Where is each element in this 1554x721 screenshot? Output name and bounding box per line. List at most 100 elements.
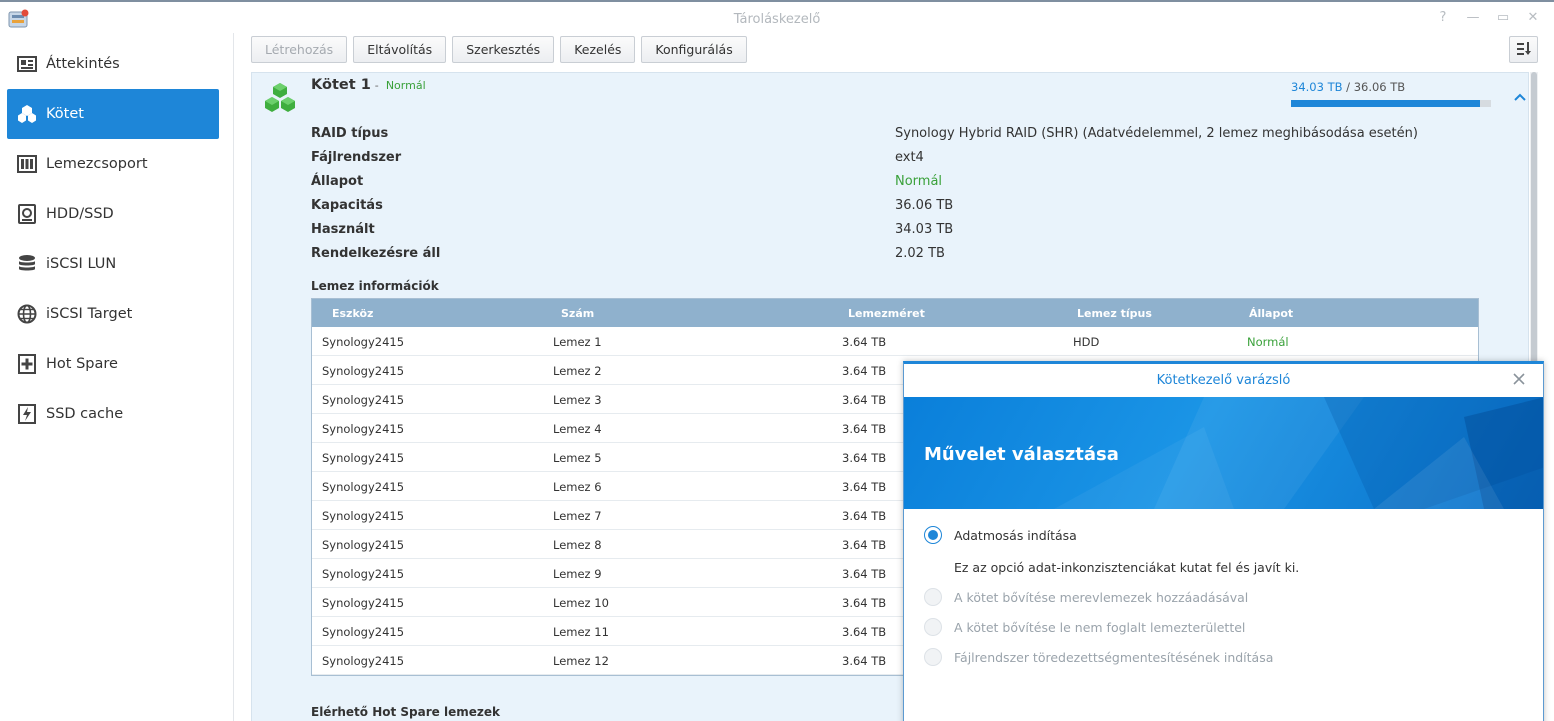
close-icon[interactable]: ✕ xyxy=(1526,11,1540,25)
property-label-used: Használt xyxy=(311,222,375,237)
volume-status: Normál xyxy=(385,79,426,92)
sidebar-item-label: HDD/SSD xyxy=(46,206,114,222)
option-data-scrubbing[interactable]: Adatmosás indítása xyxy=(924,526,1077,544)
column-header-disk-type[interactable]: Lemez típus xyxy=(1077,307,1152,320)
plus-box-icon xyxy=(17,354,37,374)
wizard-banner: Művelet választása xyxy=(904,397,1543,509)
property-label-status: Állapot xyxy=(311,174,364,189)
help-icon[interactable]: ? xyxy=(1436,11,1450,25)
sidebar-item-label: Hot Spare xyxy=(46,356,118,372)
remove-button[interactable]: Eltávolítás xyxy=(353,36,447,63)
usage-bar-fill xyxy=(1291,100,1480,107)
table-row[interactable]: Synology2415 Lemez 1 3.64 TB HDD Normál xyxy=(312,327,1478,356)
table-cell: Synology2415 xyxy=(322,393,405,407)
hot-spare-title: Elérhető Hot Spare lemezek xyxy=(311,705,500,719)
table-cell: Lemez 11 xyxy=(553,625,609,639)
option-label: Fájlrendszer töredezettségmentesítésének… xyxy=(954,649,1274,665)
table-cell: Synology2415 xyxy=(322,335,405,349)
pin-icon[interactable]: — xyxy=(1466,11,1480,25)
property-value-capacity: 36.06 TB xyxy=(895,198,954,213)
usage-separator: / xyxy=(1346,80,1351,94)
overview-icon xyxy=(17,54,37,74)
table-cell: Synology2415 xyxy=(322,480,405,494)
sidebar-item-hot-spare[interactable]: Hot Spare xyxy=(7,339,219,389)
table-cell: 3.64 TB xyxy=(842,538,887,552)
scrollbar-thumb[interactable] xyxy=(1531,72,1537,372)
table-cell: 3.64 TB xyxy=(842,364,887,378)
table-cell: Synology2415 xyxy=(322,422,405,436)
usage-bar xyxy=(1291,100,1491,107)
configure-button[interactable]: Konfigurálás xyxy=(641,36,747,63)
usage-total: 36.06 TB xyxy=(1353,80,1406,94)
table-cell: Lemez 2 xyxy=(553,364,602,378)
manage-button[interactable]: Kezelés xyxy=(560,36,636,63)
sidebar-item-overview[interactable]: Áttekintés xyxy=(7,39,219,89)
disk-info-title: Lemez információk xyxy=(311,279,439,293)
table-cell: Synology2415 xyxy=(322,451,405,465)
edit-button[interactable]: Szerkesztés xyxy=(452,36,555,63)
sidebar-item-hdd-ssd[interactable]: HDD/SSD xyxy=(7,189,219,239)
radio-button[interactable] xyxy=(924,648,942,666)
window-title: Tároláskezelő xyxy=(733,12,821,27)
property-label-filesystem: Fájlrendszer xyxy=(311,150,402,165)
property-label-raid-type: RAID típus xyxy=(311,126,389,141)
table-cell: Lemez 8 xyxy=(553,538,602,552)
volume-wizard-dialog: Kötetkezelő varázsló Művelet választása … xyxy=(903,361,1544,721)
table-cell: Lemez 1 xyxy=(553,335,602,349)
chevron-up-icon[interactable] xyxy=(1512,90,1528,106)
table-cell: 3.64 TB xyxy=(842,596,887,610)
table-cell: Lemez 7 xyxy=(553,509,602,523)
sidebar-item-volume[interactable]: Kötet xyxy=(7,89,219,139)
maximize-icon[interactable]: ▭ xyxy=(1496,11,1510,25)
column-header-status[interactable]: Állapot xyxy=(1249,307,1293,320)
table-cell: 3.64 TB xyxy=(842,509,887,523)
table-cell: Lemez 5 xyxy=(553,451,602,465)
sidebar: Áttekintés Kötet Lemezcsoport HDD/SSD iS… xyxy=(0,33,234,721)
table-cell: 3.64 TB xyxy=(842,654,887,668)
radio-button[interactable] xyxy=(924,526,942,544)
volume-status-separator: - xyxy=(374,79,379,92)
property-value-available: 2.02 TB xyxy=(895,246,945,261)
table-cell: Synology2415 xyxy=(322,654,405,668)
option-description: Ez az opció adat-inkonzisztenciákat kuta… xyxy=(954,560,1300,575)
close-icon[interactable] xyxy=(1511,371,1527,387)
option-expand-unallocated[interactable]: A kötet bővítése le nem foglalt lemezter… xyxy=(924,618,1245,636)
radio-button[interactable] xyxy=(924,588,942,606)
column-header-device[interactable]: Eszköz xyxy=(332,307,373,320)
table-cell: 3.64 TB xyxy=(842,625,887,639)
table-cell: Lemez 6 xyxy=(553,480,602,494)
table-cell: 3.64 TB xyxy=(842,393,887,407)
table-cell: Normál xyxy=(1247,335,1289,349)
sidebar-item-iscsi-target[interactable]: iSCSI Target xyxy=(7,289,219,339)
table-cell: Synology2415 xyxy=(322,625,405,639)
sidebar-item-disk-group[interactable]: Lemezcsoport xyxy=(7,139,219,189)
wizard-heading: Művelet választása xyxy=(924,444,1119,465)
table-cell: Synology2415 xyxy=(322,509,405,523)
column-header-disk-size[interactable]: Lemezméret xyxy=(848,307,925,320)
volume-title: Kötet 1- Normál xyxy=(311,77,426,93)
sidebar-item-label: SSD cache xyxy=(46,406,124,422)
sidebar-item-label: Kötet xyxy=(46,106,84,122)
sidebar-item-iscsi-lun[interactable]: iSCSI LUN xyxy=(7,239,219,289)
create-button[interactable]: Létrehozás xyxy=(251,36,348,63)
usage-text: 34.03 TB / 36.06 TB xyxy=(1291,80,1405,94)
table-cell: Synology2415 xyxy=(322,567,405,581)
property-label-available: Rendelkezésre áll xyxy=(311,246,441,261)
sidebar-item-label: iSCSI Target xyxy=(46,306,133,322)
option-expand-add-disks[interactable]: A kötet bővítése merevlemezek hozzáadásá… xyxy=(924,588,1248,606)
table-cell: Lemez 12 xyxy=(553,654,609,668)
property-label-capacity: Kapacitás xyxy=(311,198,383,213)
option-defragmentation[interactable]: Fájlrendszer töredezettségmentesítésének… xyxy=(924,648,1273,666)
table-cell: 3.64 TB xyxy=(842,567,887,581)
sort-button[interactable] xyxy=(1509,36,1538,63)
radio-button[interactable] xyxy=(924,618,942,636)
column-header-number[interactable]: Szám xyxy=(561,307,594,320)
database-icon xyxy=(17,254,37,274)
sidebar-item-label: Áttekintés xyxy=(46,56,120,72)
table-cell: 3.64 TB xyxy=(842,335,887,349)
sidebar-item-ssd-cache[interactable]: SSD cache xyxy=(7,389,219,439)
table-cell: 3.64 TB xyxy=(842,451,887,465)
table-cell: Synology2415 xyxy=(322,538,405,552)
property-value-filesystem: ext4 xyxy=(895,150,924,165)
sidebar-item-label: iSCSI LUN xyxy=(46,256,117,272)
